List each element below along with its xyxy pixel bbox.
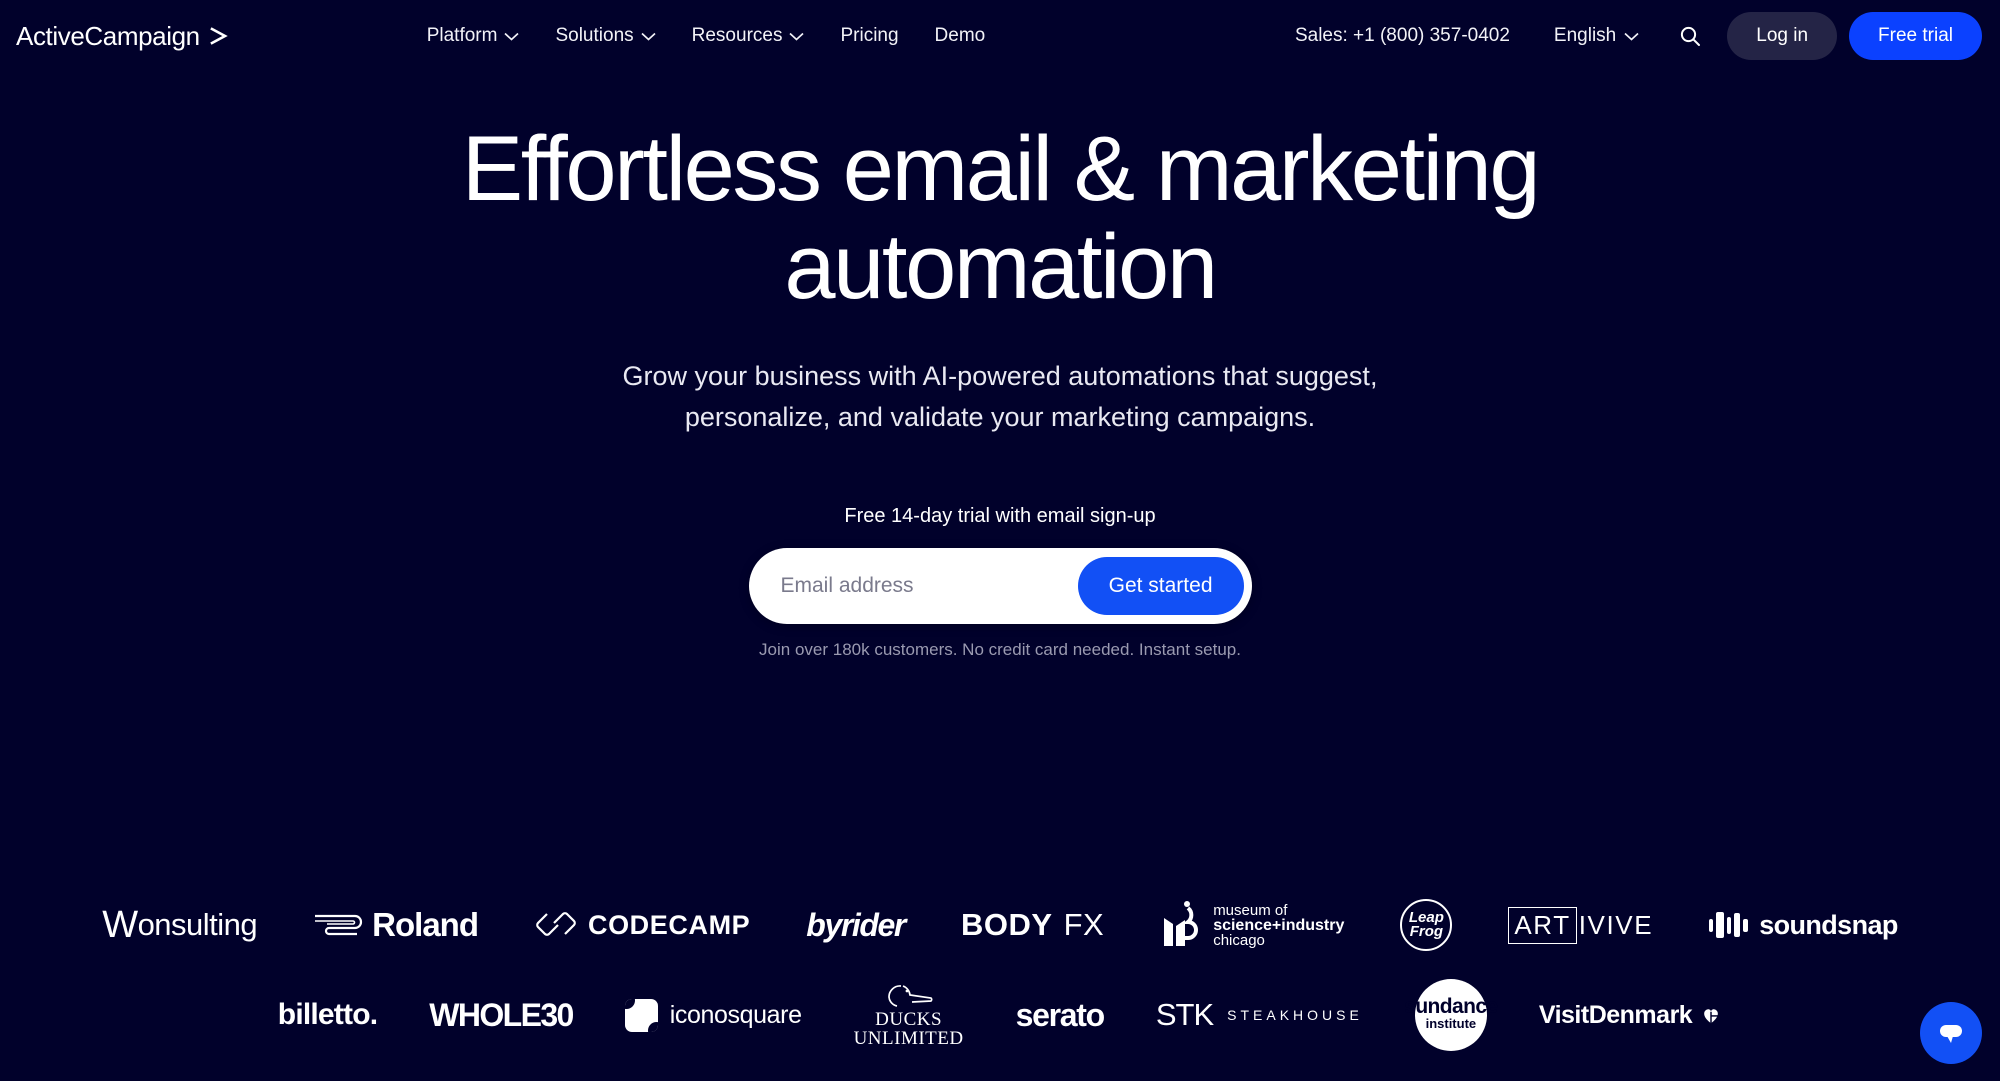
page-title: Effortless email & marketing automation (0, 120, 2000, 316)
logo-byrider: byrider (806, 906, 906, 944)
logo-text: science+industry (1213, 916, 1345, 934)
nav-item-label: Resources (691, 25, 783, 46)
chevron-down-icon (789, 32, 805, 41)
logo-text: IVIVE (1578, 909, 1654, 940)
logo-text: CODECAMP (587, 909, 751, 940)
chat-bubble-icon (1940, 1025, 1962, 1043)
chevron-down-icon (641, 32, 656, 41)
roland-mark-icon (315, 914, 363, 936)
chat-widget-button[interactable] (1920, 1002, 1982, 1064)
logo-text: soundsnap (1759, 909, 1898, 940)
logo-text: VisitDenmark (1538, 1000, 1693, 1029)
logo-billetto: billetto. (277, 998, 378, 1032)
logo-text: museum of (1213, 901, 1288, 919)
logo-text: byrider (806, 906, 906, 943)
logo-text: institute (1425, 1016, 1477, 1031)
logo-wonsulting: Wonsulting (102, 904, 257, 947)
chevron-right-arrow-icon (209, 27, 228, 45)
logo-roland: Roland (313, 906, 479, 944)
headline-line-1: Effortless email & marketing (461, 118, 1541, 220)
customer-logo-wall: Wonsulting Roland CODECAMP byrider BODY … (0, 880, 2000, 1060)
search-button[interactable] (1673, 19, 1707, 53)
msi-wordmark: museum of science+industry chicago (1213, 903, 1344, 948)
top-navigation-bar: ActiveCampaign Platform Solutions Resour… (0, 0, 2000, 72)
logo-iconosquare: iconosquare (624, 998, 802, 1032)
email-signup-form: Get started (748, 548, 1252, 624)
duck-head-icon (887, 985, 933, 1007)
logo-body-fx: BODY FX (961, 907, 1104, 943)
heart-icon (1704, 1009, 1720, 1024)
search-icon (1681, 26, 1701, 46)
nav-item-label: Platform (426, 25, 498, 46)
logo-serato: serato (1015, 996, 1106, 1034)
logo-text: STEAKHOUSE (1227, 1007, 1363, 1023)
logo-wordmark: ActiveCampaign (16, 20, 200, 51)
nav-item-label: Solutions (555, 25, 634, 46)
nav-item-pricing[interactable]: Pricing (840, 25, 898, 47)
logo-artivive: ART IVIVE (1508, 906, 1654, 944)
logo-text: W (102, 903, 138, 946)
email-input[interactable] (748, 574, 1078, 598)
logo-text: BODY (960, 907, 1053, 942)
trial-label: Free 14-day trial with email sign-up (844, 505, 1156, 527)
logo-visitdenmark: VisitDenmark (1539, 1001, 1722, 1030)
nav-item-platform[interactable]: Platform (427, 25, 520, 47)
logo-text: DUCKS (875, 1009, 943, 1030)
nav-item-solutions[interactable]: Solutions (555, 25, 656, 47)
logo-text: Roland (372, 906, 479, 943)
headline-line-2: automation (784, 216, 1218, 318)
primary-nav-links: Platform Solutions Resources Pricing Dem… (427, 25, 986, 47)
logo-soundsnap: soundsnap (1709, 910, 1898, 941)
nav-utility-group: Sales: +1 (800) 357-0402 English Log in … (1295, 12, 2000, 60)
signup-section: Free 14-day trial with email sign-up Get… (0, 505, 2000, 660)
logo-leapfrog: Leap Frog (1400, 899, 1453, 951)
logo-text: iconosquare (669, 1000, 802, 1029)
codecamp-mark-icon (536, 912, 576, 936)
logo-whole30: WHOLE30 (429, 996, 574, 1034)
logo-sundance-institute: sundance institute (1404, 979, 1498, 1051)
logo-row-2: billetto. WHOLE30 iconosquare DUCKS UNLI… (0, 970, 2000, 1060)
logo-text: STK (1155, 997, 1214, 1032)
logo-museum-science-industry: museum of science+industry chicago (1160, 900, 1344, 950)
hero-subheadline: Grow your business with AI-powered autom… (622, 361, 1378, 432)
logo-text: serato (1015, 996, 1106, 1033)
logo-text: sundance (1404, 995, 1498, 1018)
nav-item-resources[interactable]: Resources (692, 25, 805, 47)
soundwave-icon (1709, 912, 1749, 938)
login-button[interactable]: Log in (1727, 12, 1838, 60)
logo-codecamp: CODECAMP (534, 910, 750, 941)
logo-text: ART (1508, 906, 1577, 944)
logo-text: UNLIMITED (853, 1028, 964, 1049)
nav-item-label: Pricing (840, 25, 899, 46)
logo-text: billetto. (277, 998, 378, 1031)
logo-ducks-unlimited: DUCKS UNLIMITED (854, 982, 964, 1048)
logo-text: chicago (1213, 931, 1265, 949)
logo-row-1: Wonsulting Roland CODECAMP byrider BODY … (0, 880, 2000, 970)
logo-stk-steakhouse: STK STEAKHOUSE (1156, 997, 1363, 1033)
iconosquare-mark-icon (624, 998, 658, 1032)
nav-item-demo[interactable]: Demo (935, 25, 986, 47)
sales-phone-link[interactable]: Sales: +1 (800) 357-0402 (1295, 25, 1510, 47)
free-trial-button[interactable]: Free trial (1849, 12, 1982, 60)
logo-text: FX (1063, 907, 1105, 942)
chevron-down-icon (1624, 32, 1639, 41)
activecampaign-logo[interactable]: ActiveCampaign (16, 21, 231, 52)
logo-text: onsulting (137, 907, 258, 942)
get-started-button[interactable]: Get started (1077, 557, 1244, 615)
language-label: English (1553, 25, 1617, 46)
logo-text: Frog (1409, 923, 1444, 940)
hero-section: Effortless email & marketing automation … (0, 120, 2000, 438)
language-selector[interactable]: English (1554, 25, 1639, 47)
chevron-down-icon (504, 32, 520, 41)
nav-item-label: Demo (934, 25, 986, 46)
signup-fineprint: Join over 180k customers. No credit card… (759, 640, 1241, 659)
msi-mark-icon (1164, 901, 1199, 946)
logo-text: WHOLE30 (429, 996, 574, 1033)
